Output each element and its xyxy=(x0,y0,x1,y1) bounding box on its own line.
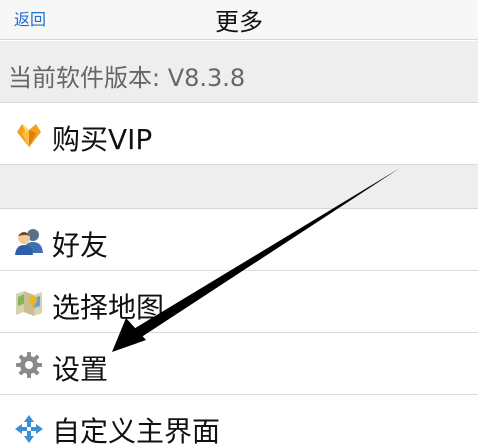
menu-item-label: 设置 xyxy=(52,353,109,386)
version-text: 当前软件版本: V8.3.8 xyxy=(8,64,246,92)
arrows-cross-icon xyxy=(15,415,43,443)
menu-item-friends[interactable]: 好友 xyxy=(0,210,478,271)
gear-icon xyxy=(16,352,42,378)
menu-item-label: 好友 xyxy=(52,229,109,262)
page-title: 更多 xyxy=(215,8,263,36)
menu-item-label: 选择地图 xyxy=(52,291,165,324)
nav-bar: 返回 更多 xyxy=(0,0,478,40)
menu-item-buy-vip[interactable]: 购买VIP xyxy=(0,104,478,165)
menu-item-label: 自定义主界面 xyxy=(52,415,221,448)
menu-item-label: 购买VIP xyxy=(52,123,153,156)
menu-item-select-map[interactable]: 选择地图 xyxy=(0,272,478,333)
version-info-row: 当前软件版本: V8.3.8 xyxy=(0,41,478,103)
menu-item-settings[interactable]: 设置 xyxy=(0,334,478,395)
map-icon xyxy=(16,291,42,316)
friends-icon xyxy=(15,229,43,255)
vip-heart-icon xyxy=(17,124,41,147)
menu-item-customize-home[interactable]: 自定义主界面 xyxy=(0,396,478,448)
section-separator xyxy=(0,165,478,209)
